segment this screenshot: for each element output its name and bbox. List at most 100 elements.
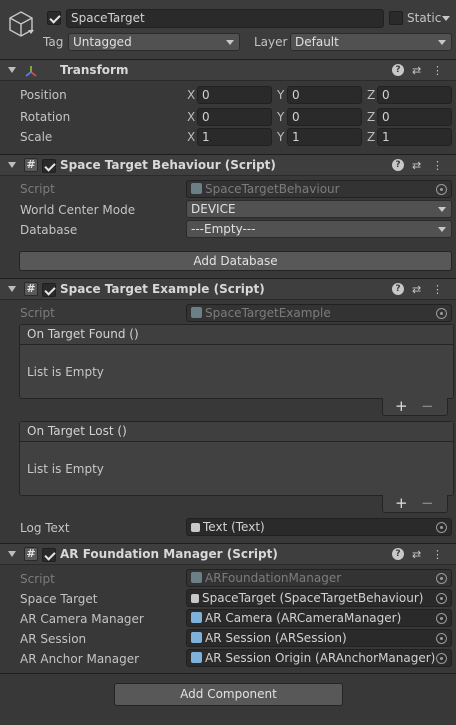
component-title: Space Target Behaviour (Script) bbox=[60, 158, 276, 172]
rotation-label: Rotation bbox=[20, 110, 71, 124]
add-database-button[interactable]: Add Database bbox=[19, 251, 452, 271]
layer-value: Default bbox=[295, 35, 339, 49]
gameobject-icon-dropdown[interactable] bbox=[28, 30, 34, 34]
component-icon bbox=[191, 632, 202, 643]
foldout-arrow-icon[interactable] bbox=[8, 162, 16, 168]
ar-anchor-manager-label: AR Anchor Manager bbox=[20, 652, 140, 666]
static-checkbox[interactable] bbox=[389, 11, 403, 25]
presets-icon[interactable]: ⇄ bbox=[412, 548, 421, 562]
layer-dropdown[interactable]: Default bbox=[290, 33, 452, 51]
ar-session-label: AR Session bbox=[20, 632, 87, 646]
rotation-y-label[interactable]: Y bbox=[277, 110, 284, 124]
tag-dropdown[interactable]: Untagged bbox=[68, 33, 240, 51]
rotation-z-field[interactable]: 0 bbox=[377, 108, 452, 126]
position-x-field[interactable]: 0 bbox=[197, 86, 272, 104]
scale-x-field[interactable]: 1 bbox=[197, 128, 272, 146]
event-title: On Target Lost () bbox=[20, 422, 453, 442]
static-dropdown-icon[interactable] bbox=[442, 16, 450, 21]
log-text-field[interactable]: Text (Text) bbox=[186, 518, 452, 536]
add-listener-button[interactable]: + bbox=[395, 398, 408, 414]
position-z-label[interactable]: Z bbox=[367, 88, 375, 102]
help-icon[interactable]: ? bbox=[392, 159, 404, 171]
context-menu-icon[interactable]: ⋮ bbox=[432, 283, 443, 297]
example-header[interactable]: # Space Target Example (Script) ? ⇄ ⋮ bbox=[0, 278, 456, 300]
script-value: ARFoundationManager bbox=[205, 571, 342, 585]
active-checkbox[interactable] bbox=[47, 11, 61, 25]
rotation-z-label[interactable]: Z bbox=[367, 110, 375, 124]
object-picker-icon bbox=[436, 184, 447, 195]
foldout-arrow-icon[interactable] bbox=[8, 551, 16, 557]
script-file-icon bbox=[191, 572, 202, 583]
rotation-x-field[interactable]: 0 bbox=[197, 108, 272, 126]
foldout-arrow-icon[interactable] bbox=[8, 286, 16, 292]
object-picker-icon[interactable] bbox=[436, 593, 447, 604]
chevron-down-icon bbox=[438, 207, 446, 212]
component-enabled-checkbox[interactable] bbox=[42, 283, 56, 297]
component-title: AR Foundation Manager (Script) bbox=[60, 547, 278, 561]
component-icon bbox=[191, 594, 199, 603]
gameobject-name-field[interactable]: SpaceTarget bbox=[66, 9, 384, 28]
position-y-field[interactable]: 0 bbox=[287, 86, 362, 104]
component-enabled-checkbox[interactable] bbox=[42, 159, 56, 173]
event-list-controls: + − bbox=[382, 495, 448, 513]
script-icon: # bbox=[24, 158, 38, 172]
position-z-field[interactable]: 0 bbox=[377, 86, 452, 104]
script-value: SpaceTargetBehaviour bbox=[205, 182, 340, 196]
object-picker-icon bbox=[436, 308, 447, 319]
ar-camera-manager-field[interactable]: AR Camera (ARCameraManager) bbox=[186, 609, 452, 627]
scale-z-field[interactable]: 1 bbox=[377, 128, 452, 146]
chevron-down-icon bbox=[226, 40, 234, 45]
context-menu-icon[interactable]: ⋮ bbox=[432, 548, 443, 562]
script-field: SpaceTargetExample bbox=[186, 304, 452, 322]
transform-header[interactable]: Transform ? ⇄ ⋮ bbox=[0, 59, 456, 81]
add-listener-button[interactable]: + bbox=[395, 495, 408, 511]
ar-camera-manager-label: AR Camera Manager bbox=[20, 612, 144, 626]
scale-z-label[interactable]: Z bbox=[367, 130, 375, 144]
context-menu-icon[interactable]: ⋮ bbox=[432, 64, 443, 78]
tag-label: Tag bbox=[43, 35, 64, 49]
static-label[interactable]: Static bbox=[407, 11, 441, 25]
remove-listener-button[interactable]: − bbox=[421, 495, 434, 511]
script-field: SpaceTargetBehaviour bbox=[186, 180, 452, 198]
world-center-mode-label: World Center Mode bbox=[20, 203, 136, 217]
remove-listener-button[interactable]: − bbox=[421, 398, 434, 414]
rotation-x-label[interactable]: X bbox=[187, 110, 195, 124]
world-center-mode-dropdown[interactable]: DEVICE bbox=[186, 200, 452, 218]
rotation-y-field[interactable]: 0 bbox=[287, 108, 362, 126]
script-file-icon bbox=[191, 183, 202, 194]
behaviour-header[interactable]: # Space Target Behaviour (Script) ? ⇄ ⋮ bbox=[0, 154, 456, 176]
empty-list-label: List is Empty bbox=[27, 365, 104, 379]
position-x-label[interactable]: X bbox=[187, 88, 195, 102]
database-dropdown[interactable]: ---Empty--- bbox=[186, 220, 452, 238]
transform-axis-icon bbox=[25, 66, 37, 77]
presets-icon[interactable]: ⇄ bbox=[412, 159, 421, 173]
position-y-label[interactable]: Y bbox=[277, 88, 284, 102]
scale-y-label[interactable]: Y bbox=[277, 130, 284, 144]
foldout-arrow-icon[interactable] bbox=[8, 67, 16, 73]
component-icon bbox=[191, 652, 202, 663]
help-icon[interactable]: ? bbox=[392, 64, 404, 76]
arfm-header[interactable]: # AR Foundation Manager (Script) ? ⇄ ⋮ bbox=[0, 543, 456, 565]
component-enabled-checkbox[interactable] bbox=[42, 548, 56, 562]
script-icon: # bbox=[24, 547, 38, 561]
ar-anchor-manager-field[interactable]: AR Session Origin (ARAnchorManager) bbox=[186, 649, 452, 667]
help-icon[interactable]: ? bbox=[392, 283, 404, 295]
object-picker-icon[interactable] bbox=[436, 653, 447, 664]
context-menu-icon[interactable]: ⋮ bbox=[432, 159, 443, 173]
object-picker-icon[interactable] bbox=[436, 633, 447, 644]
space-target-field[interactable]: SpaceTarget (SpaceTargetBehaviour) bbox=[186, 589, 452, 607]
script-value: SpaceTargetExample bbox=[205, 306, 331, 320]
help-icon[interactable]: ? bbox=[392, 548, 404, 560]
object-picker-icon[interactable] bbox=[436, 613, 447, 624]
scale-y-field[interactable]: 1 bbox=[287, 128, 362, 146]
component-title: Space Target Example (Script) bbox=[60, 282, 265, 296]
scale-x-label[interactable]: X bbox=[187, 130, 195, 144]
event-list-controls: + − bbox=[382, 398, 448, 416]
script-label: Script bbox=[20, 572, 55, 586]
add-component-button[interactable]: Add Component bbox=[114, 683, 343, 706]
object-picker-icon[interactable] bbox=[436, 522, 447, 533]
ar-session-field[interactable]: AR Session (ARSession) bbox=[186, 629, 452, 647]
script-label: Script bbox=[20, 306, 55, 320]
presets-icon[interactable]: ⇄ bbox=[412, 283, 421, 297]
presets-icon[interactable]: ⇄ bbox=[412, 64, 421, 78]
